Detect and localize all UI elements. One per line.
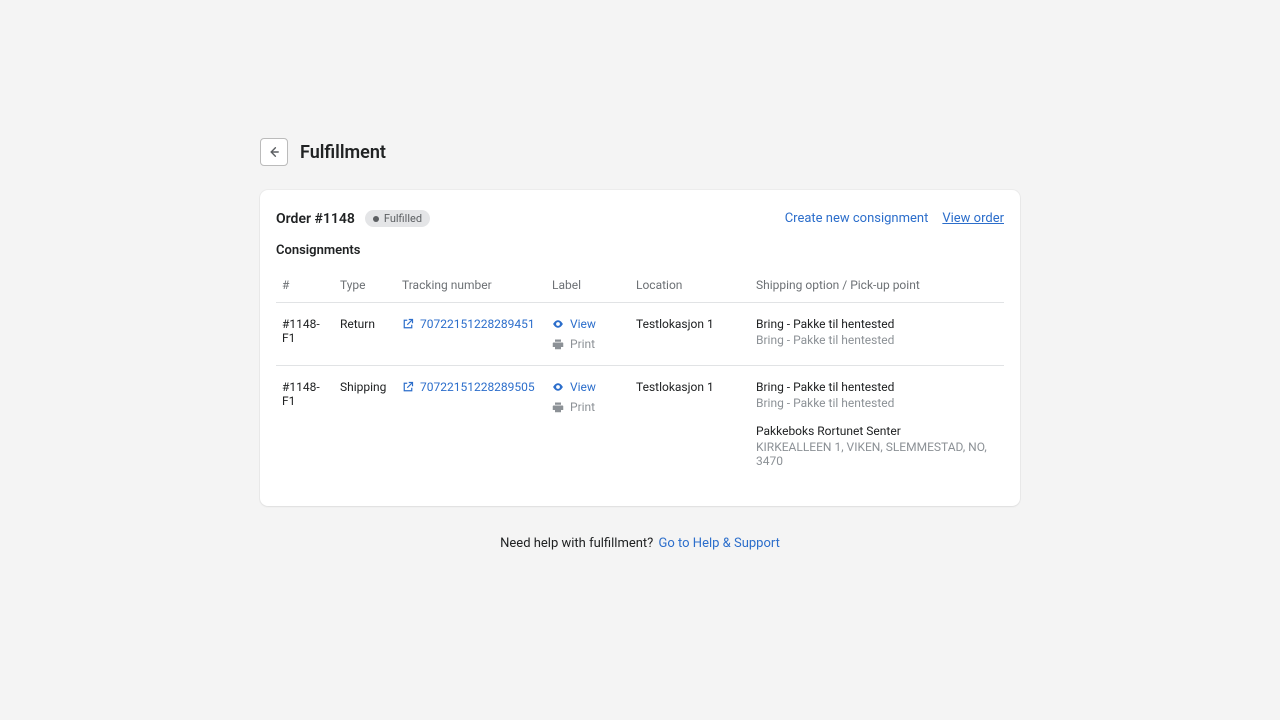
status-badge: Fulfilled [365, 210, 430, 227]
tracking-link[interactable]: 70722151228289451 [402, 317, 535, 331]
col-header-num: # [276, 270, 334, 303]
help-text: Need help with fulfillment? [500, 536, 653, 551]
tracking-link[interactable]: 70722151228289505 [402, 380, 535, 394]
printer-icon [552, 338, 564, 350]
shipping-sub: Bring - Pakke til hentested [756, 333, 998, 347]
card-header: Order #1148 Fulfilled Create new consign… [276, 210, 1004, 227]
create-consignment-link[interactable]: Create new consignment [785, 211, 929, 226]
consignments-table: # Type Tracking number Label Location Sh… [276, 270, 1004, 482]
table-row: #1148-F1 Return 70722151228289451 [276, 303, 1004, 366]
view-label-button[interactable]: View [552, 317, 624, 331]
print-label-text: Print [570, 337, 595, 351]
help-row: Need help with fulfillment? Go to Help &… [260, 536, 1020, 551]
print-label-button: Print [552, 337, 624, 351]
table-row: #1148-F1 Shipping 70722151228289505 [276, 366, 1004, 483]
tracking-number: 70722151228289505 [420, 380, 535, 394]
row-type: Return [334, 303, 396, 366]
section-heading: Consignments [276, 243, 1004, 258]
view-label-text: View [570, 380, 596, 394]
page-header: Fulfillment [260, 138, 1020, 166]
col-header-tracking: Tracking number [396, 270, 546, 303]
view-label-text: View [570, 317, 596, 331]
external-link-icon [402, 318, 414, 330]
col-header-label: Label [546, 270, 630, 303]
page-title: Fulfillment [300, 142, 386, 163]
eye-icon [552, 318, 564, 330]
print-label-button: Print [552, 400, 624, 414]
order-title: Order #1148 [276, 211, 355, 227]
shipping-sub: Bring - Pakke til hentested [756, 396, 998, 410]
status-badge-text: Fulfilled [384, 212, 422, 225]
row-location: Testlokasjon 1 [630, 303, 750, 366]
row-type: Shipping [334, 366, 396, 483]
tracking-number: 70722151228289451 [420, 317, 535, 331]
fulfillment-card: Order #1148 Fulfilled Create new consign… [260, 190, 1020, 506]
pickup-name: Pakkeboks Rortunet Senter [756, 424, 998, 438]
arrow-left-icon [267, 145, 281, 159]
status-dot-icon [373, 216, 379, 222]
back-button[interactable] [260, 138, 288, 166]
col-header-type: Type [334, 270, 396, 303]
shipping-main: Bring - Pakke til hentested [756, 317, 998, 331]
row-id: #1148-F1 [276, 366, 334, 483]
external-link-icon [402, 381, 414, 393]
col-header-location: Location [630, 270, 750, 303]
print-label-text: Print [570, 400, 595, 414]
eye-icon [552, 381, 564, 393]
view-order-link[interactable]: View order [942, 211, 1004, 226]
shipping-main: Bring - Pakke til hentested [756, 380, 998, 394]
view-label-button[interactable]: View [552, 380, 624, 394]
help-support-link[interactable]: Go to Help & Support [659, 536, 780, 551]
col-header-shipping: Shipping option / Pick-up point [750, 270, 1004, 303]
printer-icon [552, 401, 564, 413]
pickup-address: KIRKEALLEEN 1, VIKEN, SLEMMESTAD, NO, 34… [756, 440, 998, 468]
row-location: Testlokasjon 1 [630, 366, 750, 483]
row-id: #1148-F1 [276, 303, 334, 366]
